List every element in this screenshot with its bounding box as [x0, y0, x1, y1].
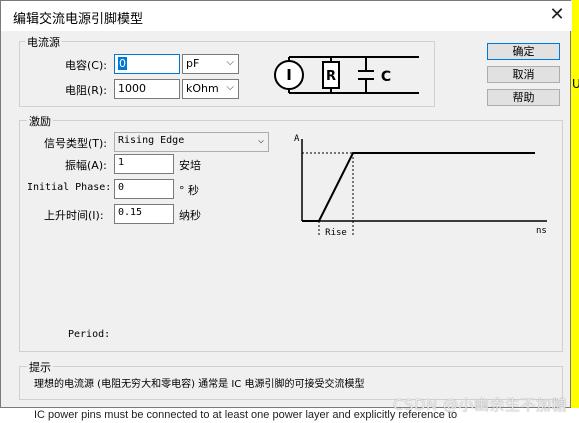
signal-type-select[interactable]: Rising Edge ⌵	[114, 132, 269, 152]
hint-text: 理想的电流源 (电阻无穷大和零电容) 通常是 IC 电源引脚的可接受交流模型	[34, 379, 365, 390]
resistance-input[interactable]: 1000	[114, 79, 180, 99]
ok-button[interactable]: 确定	[487, 43, 560, 60]
dialog-title: 编辑交流电源引脚模型	[13, 12, 144, 27]
help-button[interactable]: 帮助	[487, 89, 560, 106]
close-icon[interactable]: ✕	[547, 5, 567, 25]
amplitude-input[interactable]: 1	[114, 154, 174, 174]
amplitude-unit: 安培	[179, 159, 201, 172]
resistance-label: 电阻(R):	[65, 84, 107, 97]
rise-time-label: 上升时间(I):	[44, 209, 104, 222]
capacitance-value: 0	[118, 57, 127, 70]
signal-type-label: 信号类型(T):	[44, 137, 108, 150]
current-source-schematic: I R C	[274, 56, 419, 94]
edit-ac-power-pin-model-dialog: 编辑交流电源引脚模型 ✕ 电流源 电容(C): 0 pF ⌵ 电阻(R): 10…	[0, 0, 572, 408]
capacitance-label: 电容(C):	[65, 59, 107, 72]
resistance-unit-select[interactable]: kOhm ⌵	[182, 79, 239, 99]
schematic-i-label: I	[286, 66, 292, 84]
current-source-group-label: 电流源	[25, 34, 62, 50]
waveform-y-label: A	[294, 134, 300, 144]
chevron-down-icon: ⌵	[226, 57, 234, 68]
capacitance-unit-select[interactable]: pF ⌵	[182, 54, 239, 74]
waveform-x-label: ns	[536, 226, 547, 236]
waveform-rise-label: Rise	[325, 228, 347, 238]
rise-time-unit: 纳秒	[179, 209, 201, 222]
watermark-text: CSDN @小幽余生不加糖	[392, 396, 567, 414]
capacitance-unit-value: pF	[186, 57, 200, 70]
amplitude-label: 振幅(A):	[65, 159, 107, 172]
excitation-group-label: 激励	[27, 113, 53, 129]
chevron-down-icon: ⌵	[226, 82, 234, 93]
initial-phase-input[interactable]: 0	[114, 179, 174, 199]
rising-edge-waveform: A ns Rise	[294, 134, 547, 238]
signal-type-value: Rising Edge	[118, 135, 185, 146]
hint-group-label: 提示	[27, 359, 53, 375]
rise-time-input[interactable]: 0.15	[114, 204, 174, 224]
waveform-signal	[302, 152, 535, 222]
resistance-unit-value: kOhm	[186, 82, 219, 95]
schematic-r-label: R	[326, 69, 336, 84]
schematic-c-label: C	[381, 69, 391, 85]
period-label: Period:	[68, 329, 111, 340]
initial-phase-label: Initial Phase:	[27, 182, 112, 193]
initial-phase-unit: ° 秒	[179, 184, 199, 197]
dialog-titlebar[interactable]: 编辑交流电源引脚模型 ✕	[1, 1, 572, 31]
capacitance-input[interactable]: 0	[114, 54, 180, 74]
background-text-fragment: U	[572, 77, 579, 91]
cancel-button[interactable]: 取消	[487, 66, 560, 83]
chevron-down-icon: ⌵	[257, 135, 264, 146]
